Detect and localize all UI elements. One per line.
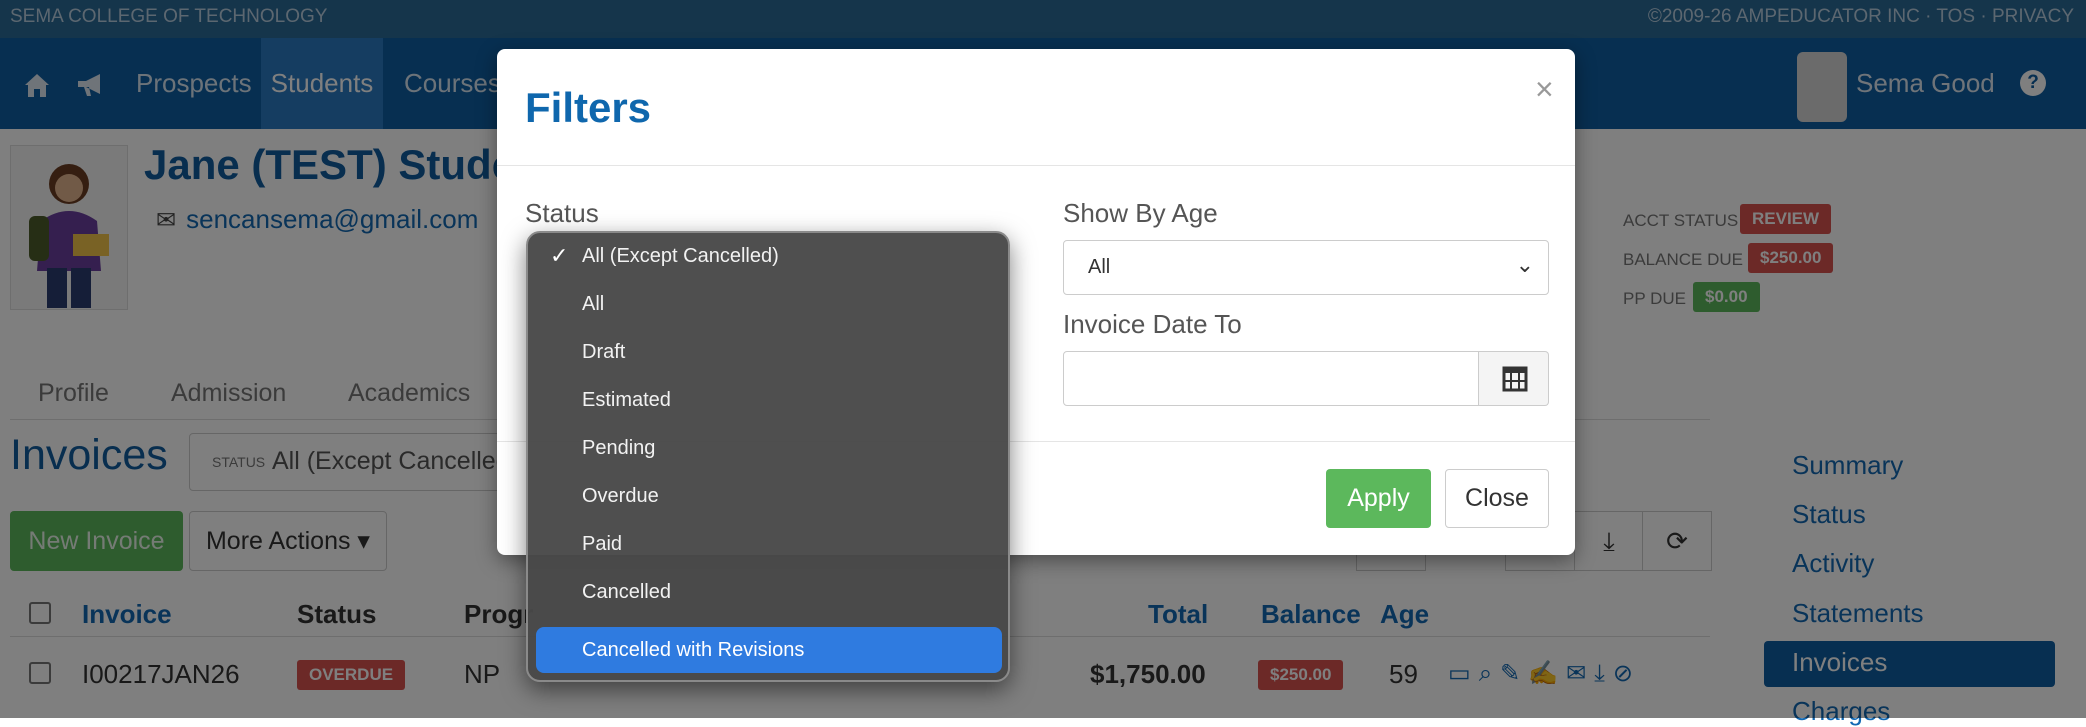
modal-title: Filters	[525, 84, 652, 131]
status-option-paid[interactable]: Paid	[536, 521, 1002, 567]
close-button[interactable]: Close	[1445, 469, 1549, 528]
show-by-age-value: All	[1088, 256, 1111, 278]
status-option-cancelled-with-revisions[interactable]: Cancelled with Revisions	[536, 627, 1002, 673]
checkmark-icon: ✓	[550, 243, 569, 268]
status-option-estimated[interactable]: Estimated	[536, 377, 1002, 423]
invoice-date-to-label: Invoice Date To	[1063, 309, 1242, 339]
apply-button[interactable]: Apply	[1326, 469, 1431, 528]
status-option-overdue[interactable]: Overdue	[536, 473, 1002, 519]
status-dropdown-menu: ✓ All (Except Cancelled) All Draft Estima…	[526, 231, 1010, 682]
calendar-icon[interactable]	[1479, 351, 1549, 406]
status-option-all-except-cancelled[interactable]: ✓ All (Except Cancelled)	[536, 233, 1002, 279]
show-by-age-label: Show By Age	[1063, 198, 1218, 228]
status-option-pending[interactable]: Pending	[536, 425, 1002, 471]
show-by-age-select[interactable]: All ⌄	[1063, 240, 1549, 295]
option-label: All (Except Cancelled)	[582, 245, 779, 267]
chevron-down-icon: ⌄	[1515, 252, 1534, 277]
invoice-date-to-input[interactable]	[1063, 351, 1479, 406]
status-option-cancelled[interactable]: Cancelled	[536, 569, 1002, 615]
close-icon[interactable]: ×	[1535, 71, 1554, 108]
status-label: Status	[525, 198, 599, 228]
modal-header-divider	[497, 165, 1575, 166]
status-option-all[interactable]: All	[536, 281, 1002, 327]
status-option-draft[interactable]: Draft	[536, 329, 1002, 375]
